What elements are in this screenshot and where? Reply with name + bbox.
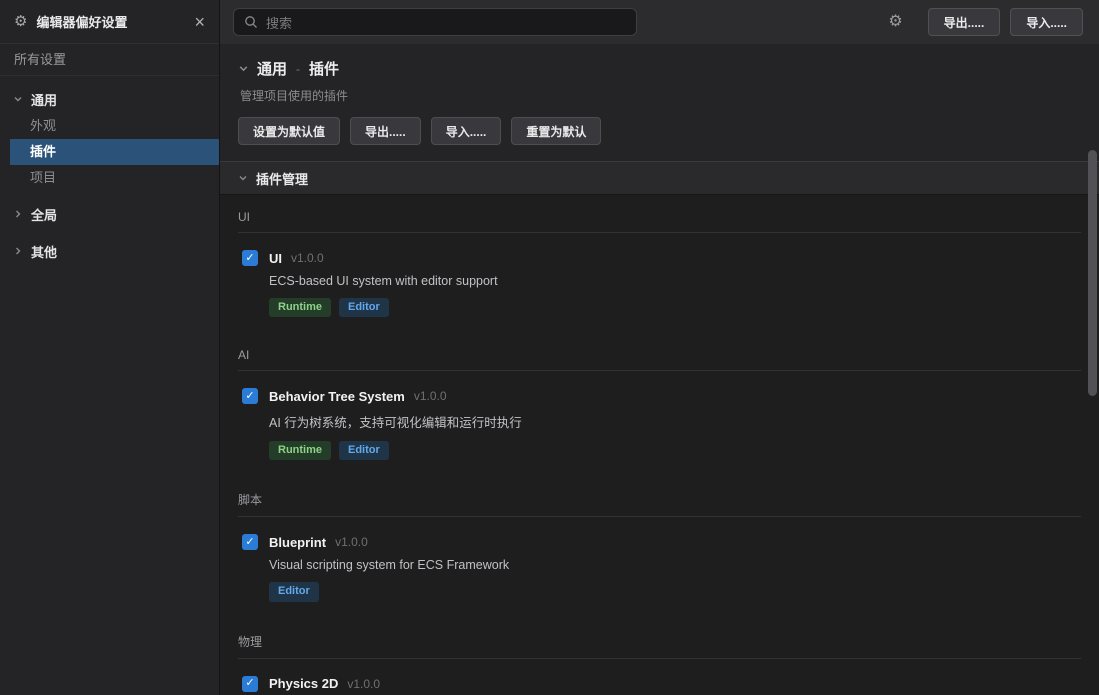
section-title: 插件管理 bbox=[256, 169, 308, 188]
sidebar-header: ⚙ 编辑器偏好设置 × bbox=[0, 0, 219, 44]
sidebar-group-other[interactable]: 其他 bbox=[0, 237, 219, 265]
vertical-scrollbar[interactable] bbox=[1088, 150, 1097, 396]
list-item-plugin-blueprint: ✓ Blueprint v1.0.0 Visual scripting syst… bbox=[238, 517, 1081, 617]
import-button[interactable]: 导入..... bbox=[1010, 8, 1083, 36]
page-header: 通用 - 插件 管理项目使用的插件 设置为默认值 导出..... 导入.....… bbox=[220, 44, 1099, 161]
search-placeholder: 搜索 bbox=[266, 13, 292, 32]
gear-icon: ⚙ bbox=[14, 14, 27, 29]
list-item-plugin-physics-2d: ✓ Physics 2D v1.0.0 Deterministic 2D phy… bbox=[238, 659, 1081, 695]
plugin-head: ✓ Behavior Tree System v1.0.0 bbox=[242, 388, 1081, 404]
search-input[interactable]: 搜索 bbox=[233, 8, 637, 36]
plugin-description: AI 行为树系统，支持可视化编辑和运行时执行 bbox=[269, 412, 1081, 431]
plugin-name: Blueprint bbox=[269, 535, 326, 550]
settings-gear-icon[interactable]: ⚙ bbox=[888, 14, 902, 30]
sidebar-group-label: 其他 bbox=[31, 242, 57, 261]
sidebar-group-label: 通用 bbox=[31, 90, 57, 109]
sidebar-group-global[interactable]: 全局 bbox=[0, 200, 219, 228]
plugin-description: ECS-based UI system with editor support bbox=[269, 274, 1081, 288]
plugin-enabled-checkbox[interactable]: ✓ bbox=[242, 250, 258, 266]
list-item-plugin-behavior-tree: ✓ Behavior Tree System v1.0.0 AI 行为树系统，支… bbox=[238, 371, 1081, 476]
chevron-down-icon bbox=[13, 94, 23, 104]
sidebar-item-project[interactable]: 项目 bbox=[10, 165, 219, 191]
plugin-head: ✓ Blueprint v1.0.0 bbox=[242, 534, 1081, 550]
breadcrumb-parent[interactable]: 通用 bbox=[257, 58, 287, 79]
main-panel: 搜索 ⚙ 导出..... 导入..... 通用 - 插件 管理项目使用的插件 设… bbox=[220, 0, 1099, 695]
plugin-description: Visual scripting system for ECS Framewor… bbox=[269, 558, 1081, 572]
plugin-badges: Runtime Editor bbox=[269, 298, 1081, 317]
chevron-right-icon bbox=[13, 246, 23, 256]
plugin-name: Behavior Tree System bbox=[269, 389, 405, 404]
plugin-version: v1.0.0 bbox=[291, 251, 324, 265]
breadcrumb-separator: - bbox=[296, 62, 300, 76]
editor-badge: Editor bbox=[339, 298, 389, 317]
sidebar-group-general[interactable]: 通用 bbox=[0, 85, 219, 113]
section-header-plugin-management[interactable]: 插件管理 bbox=[220, 161, 1099, 195]
plugin-badges: Editor bbox=[269, 582, 1081, 601]
breadcrumb: 通用 - 插件 bbox=[238, 58, 1081, 79]
set-default-button[interactable]: 设置为默认值 bbox=[238, 117, 340, 145]
plugin-head: ✓ Physics 2D v1.0.0 bbox=[242, 676, 1081, 692]
export-button[interactable]: 导出..... bbox=[928, 8, 1001, 36]
plugin-list: UI ✓ UI v1.0.0 ECS-based UI system with … bbox=[220, 195, 1099, 695]
sidebar-item-appearance[interactable]: 外观 bbox=[10, 113, 219, 139]
window-title: 编辑器偏好设置 bbox=[36, 12, 194, 31]
runtime-badge: Runtime bbox=[269, 441, 331, 460]
plugin-version: v1.0.0 bbox=[414, 389, 447, 403]
import-settings-button[interactable]: 导入..... bbox=[431, 117, 502, 145]
list-item-plugin-ui: ✓ UI v1.0.0 ECS-based UI system with edi… bbox=[238, 233, 1081, 333]
plugin-version: v1.0.0 bbox=[335, 535, 368, 549]
chevron-down-icon[interactable] bbox=[238, 63, 249, 74]
category-label: AI bbox=[238, 333, 1081, 370]
chevron-right-icon bbox=[13, 209, 23, 219]
reset-default-button[interactable]: 重置为默认 bbox=[511, 117, 601, 145]
plugin-badges: Runtime Editor bbox=[269, 441, 1081, 460]
page-subtitle: 管理项目使用的插件 bbox=[240, 87, 1081, 104]
close-icon[interactable]: × bbox=[194, 13, 205, 31]
plugin-enabled-checkbox[interactable]: ✓ bbox=[242, 676, 258, 692]
plugin-name: Physics 2D bbox=[269, 676, 338, 691]
plugin-name: UI bbox=[269, 251, 282, 266]
category-label: 物理 bbox=[238, 618, 1081, 658]
editor-badge: Editor bbox=[269, 582, 319, 601]
action-bar: 设置为默认值 导出..... 导入..... 重置为默认 bbox=[238, 117, 1081, 145]
sidebar-group-label: 全局 bbox=[31, 205, 57, 224]
sidebar: ⚙ 编辑器偏好设置 × 所有设置 通用 外观 插件 项目 全局 其他 bbox=[0, 0, 220, 695]
sidebar-item-all-settings[interactable]: 所有设置 bbox=[0, 44, 219, 76]
topbar: 搜索 ⚙ 导出..... 导入..... bbox=[220, 0, 1099, 44]
breadcrumb-current: 插件 bbox=[309, 58, 339, 79]
category-label: 脚本 bbox=[238, 476, 1081, 516]
plugin-enabled-checkbox[interactable]: ✓ bbox=[242, 534, 258, 550]
chevron-down-icon bbox=[238, 173, 248, 183]
plugin-head: ✓ UI v1.0.0 bbox=[242, 250, 1081, 266]
editor-badge: Editor bbox=[339, 441, 389, 460]
plugin-enabled-checkbox[interactable]: ✓ bbox=[242, 388, 258, 404]
export-settings-button[interactable]: 导出..... bbox=[350, 117, 421, 145]
runtime-badge: Runtime bbox=[269, 298, 331, 317]
plugin-version: v1.0.0 bbox=[347, 677, 380, 691]
category-label: UI bbox=[238, 195, 1081, 232]
preferences-window: ⚙ 编辑器偏好设置 × 所有设置 通用 外观 插件 项目 全局 其他 bbox=[0, 0, 1099, 695]
search-icon bbox=[244, 15, 258, 29]
sidebar-item-plugins[interactable]: 插件 bbox=[10, 139, 219, 165]
